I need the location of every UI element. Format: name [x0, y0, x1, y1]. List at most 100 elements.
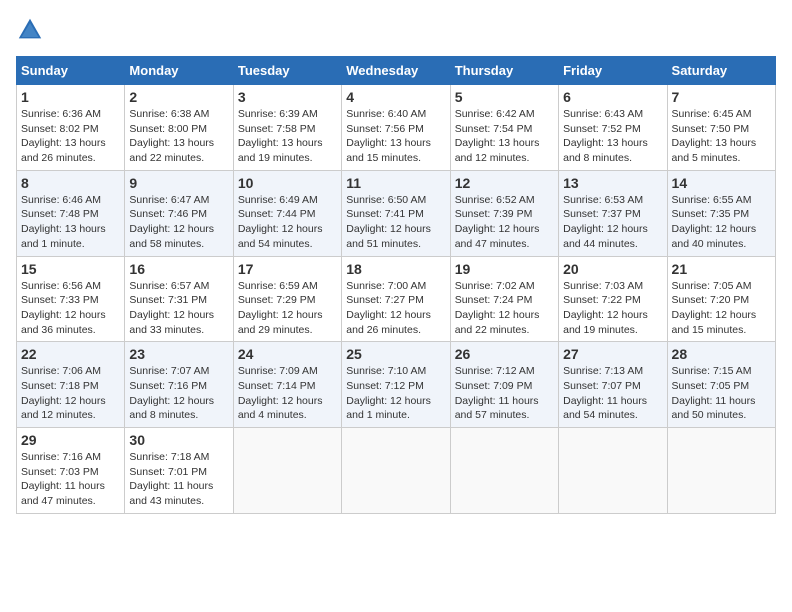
day-info: Sunrise: 6:42 AMSunset: 7:54 PMDaylight:… — [455, 107, 554, 166]
day-info: Sunrise: 7:18 AMSunset: 7:01 PMDaylight:… — [129, 450, 228, 509]
day-number: 23 — [129, 346, 228, 362]
day-info: Sunrise: 6:38 AMSunset: 8:00 PMDaylight:… — [129, 107, 228, 166]
day-number: 30 — [129, 432, 228, 448]
table-row: 21 Sunrise: 7:05 AMSunset: 7:20 PMDayligh… — [667, 256, 775, 342]
col-header-friday: Friday — [559, 57, 667, 85]
table-row: 5 Sunrise: 6:42 AMSunset: 7:54 PMDaylight… — [450, 85, 558, 171]
day-number: 14 — [672, 175, 771, 191]
table-row: 13 Sunrise: 6:53 AMSunset: 7:37 PMDayligh… — [559, 170, 667, 256]
day-info: Sunrise: 6:43 AMSunset: 7:52 PMDaylight:… — [563, 107, 662, 166]
table-row: 15 Sunrise: 6:56 AMSunset: 7:33 PMDayligh… — [17, 256, 125, 342]
day-number: 16 — [129, 261, 228, 277]
table-row — [559, 428, 667, 514]
day-number: 8 — [21, 175, 120, 191]
day-info: Sunrise: 6:55 AMSunset: 7:35 PMDaylight:… — [672, 193, 771, 252]
day-number: 4 — [346, 89, 445, 105]
day-number: 20 — [563, 261, 662, 277]
table-row: 28Sunrise: 7:15 AMSunset: 7:05 PMDayligh… — [667, 342, 775, 428]
day-info: Sunrise: 6:39 AMSunset: 7:58 PMDaylight:… — [238, 107, 337, 166]
col-header-sunday: Sunday — [17, 57, 125, 85]
day-number: 12 — [455, 175, 554, 191]
day-number: 6 — [563, 89, 662, 105]
day-number: 18 — [346, 261, 445, 277]
table-row: 11 Sunrise: 6:50 AMSunset: 7:41 PMDayligh… — [342, 170, 450, 256]
table-row: 7 Sunrise: 6:45 AMSunset: 7:50 PMDaylight… — [667, 85, 775, 171]
day-number: 11 — [346, 175, 445, 191]
day-number: 29 — [21, 432, 120, 448]
day-info: Sunrise: 6:56 AMSunset: 7:33 PMDaylight:… — [21, 279, 120, 338]
day-info: Sunrise: 6:45 AMSunset: 7:50 PMDaylight:… — [672, 107, 771, 166]
day-info: Sunrise: 7:00 AMSunset: 7:27 PMDaylight:… — [346, 279, 445, 338]
col-header-saturday: Saturday — [667, 57, 775, 85]
calendar-table: SundayMondayTuesdayWednesdayThursdayFrid… — [16, 56, 776, 514]
day-number: 21 — [672, 261, 771, 277]
day-info: Sunrise: 7:13 AMSunset: 7:07 PMDaylight:… — [563, 364, 662, 423]
day-info: Sunrise: 6:40 AMSunset: 7:56 PMDaylight:… — [346, 107, 445, 166]
day-number: 17 — [238, 261, 337, 277]
table-row: 12 Sunrise: 6:52 AMSunset: 7:39 PMDayligh… — [450, 170, 558, 256]
day-number: 3 — [238, 89, 337, 105]
table-row: 18 Sunrise: 7:00 AMSunset: 7:27 PMDayligh… — [342, 256, 450, 342]
table-row: 22 Sunrise: 7:06 AMSunset: 7:18 PMDayligh… — [17, 342, 125, 428]
day-info: Sunrise: 7:16 AMSunset: 7:03 PMDaylight:… — [21, 450, 120, 509]
calendar-row-week3: 15 Sunrise: 6:56 AMSunset: 7:33 PMDayligh… — [17, 256, 776, 342]
day-info: Sunrise: 7:12 AMSunset: 7:09 PMDaylight:… — [455, 364, 554, 423]
day-number: 5 — [455, 89, 554, 105]
day-info: Sunrise: 6:50 AMSunset: 7:41 PMDaylight:… — [346, 193, 445, 252]
table-row: 8 Sunrise: 6:46 AMSunset: 7:48 PMDaylight… — [17, 170, 125, 256]
day-info: Sunrise: 6:53 AMSunset: 7:37 PMDaylight:… — [563, 193, 662, 252]
table-row: 25Sunrise: 7:10 AMSunset: 7:12 PMDayligh… — [342, 342, 450, 428]
day-info: Sunrise: 7:02 AMSunset: 7:24 PMDaylight:… — [455, 279, 554, 338]
table-row — [667, 428, 775, 514]
day-info: Sunrise: 6:46 AMSunset: 7:48 PMDaylight:… — [21, 193, 120, 252]
table-row: 1Sunrise: 6:36 AMSunset: 8:02 PMDaylight… — [17, 85, 125, 171]
day-info: Sunrise: 6:57 AMSunset: 7:31 PMDaylight:… — [129, 279, 228, 338]
logo — [16, 16, 46, 44]
day-info: Sunrise: 7:05 AMSunset: 7:20 PMDaylight:… — [672, 279, 771, 338]
day-number: 26 — [455, 346, 554, 362]
day-number: 19 — [455, 261, 554, 277]
day-number: 1 — [21, 89, 120, 105]
day-info: Sunrise: 6:49 AMSunset: 7:44 PMDaylight:… — [238, 193, 337, 252]
col-header-tuesday: Tuesday — [233, 57, 341, 85]
day-info: Sunrise: 7:09 AMSunset: 7:14 PMDaylight:… — [238, 364, 337, 423]
table-row: 14 Sunrise: 6:55 AMSunset: 7:35 PMDayligh… — [667, 170, 775, 256]
table-row: 19 Sunrise: 7:02 AMSunset: 7:24 PMDayligh… — [450, 256, 558, 342]
day-number: 27 — [563, 346, 662, 362]
day-info: Sunrise: 7:03 AMSunset: 7:22 PMDaylight:… — [563, 279, 662, 338]
col-header-thursday: Thursday — [450, 57, 558, 85]
col-header-monday: Monday — [125, 57, 233, 85]
table-row: 30 Sunrise: 7:18 AMSunset: 7:01 PMDayligh… — [125, 428, 233, 514]
table-row — [233, 428, 341, 514]
day-number: 22 — [21, 346, 120, 362]
table-row: 10 Sunrise: 6:49 AMSunset: 7:44 PMDayligh… — [233, 170, 341, 256]
day-info: Sunrise: 6:47 AMSunset: 7:46 PMDaylight:… — [129, 193, 228, 252]
calendar-row-week2: 8 Sunrise: 6:46 AMSunset: 7:48 PMDaylight… — [17, 170, 776, 256]
table-row — [342, 428, 450, 514]
table-row — [450, 428, 558, 514]
table-row: 3 Sunrise: 6:39 AMSunset: 7:58 PMDaylight… — [233, 85, 341, 171]
day-info: Sunrise: 6:59 AMSunset: 7:29 PMDaylight:… — [238, 279, 337, 338]
logo-icon — [16, 16, 44, 44]
day-number: 15 — [21, 261, 120, 277]
table-row: 24Sunrise: 7:09 AMSunset: 7:14 PMDayligh… — [233, 342, 341, 428]
table-row: 23 Sunrise: 7:07 AMSunset: 7:16 PMDayligh… — [125, 342, 233, 428]
day-number: 7 — [672, 89, 771, 105]
calendar-row-week1: 1Sunrise: 6:36 AMSunset: 8:02 PMDaylight… — [17, 85, 776, 171]
table-row: 27 Sunrise: 7:13 AMSunset: 7:07 PMDayligh… — [559, 342, 667, 428]
table-row: 17 Sunrise: 6:59 AMSunset: 7:29 PMDayligh… — [233, 256, 341, 342]
table-row: 9Sunrise: 6:47 AMSunset: 7:46 PMDaylight… — [125, 170, 233, 256]
day-info: Sunrise: 7:06 AMSunset: 7:18 PMDaylight:… — [21, 364, 120, 423]
table-row: 26 Sunrise: 7:12 AMSunset: 7:09 PMDayligh… — [450, 342, 558, 428]
header-row: SundayMondayTuesdayWednesdayThursdayFrid… — [17, 57, 776, 85]
table-row: 4 Sunrise: 6:40 AMSunset: 7:56 PMDaylight… — [342, 85, 450, 171]
day-number: 13 — [563, 175, 662, 191]
day-info: Sunrise: 7:07 AMSunset: 7:16 PMDaylight:… — [129, 364, 228, 423]
day-number: 10 — [238, 175, 337, 191]
table-row: 2Sunrise: 6:38 AMSunset: 8:00 PMDaylight… — [125, 85, 233, 171]
calendar-row-week4: 22 Sunrise: 7:06 AMSunset: 7:18 PMDayligh… — [17, 342, 776, 428]
col-header-wednesday: Wednesday — [342, 57, 450, 85]
day-number: 25 — [346, 346, 445, 362]
page-header — [16, 16, 776, 44]
day-info: Sunrise: 6:52 AMSunset: 7:39 PMDaylight:… — [455, 193, 554, 252]
